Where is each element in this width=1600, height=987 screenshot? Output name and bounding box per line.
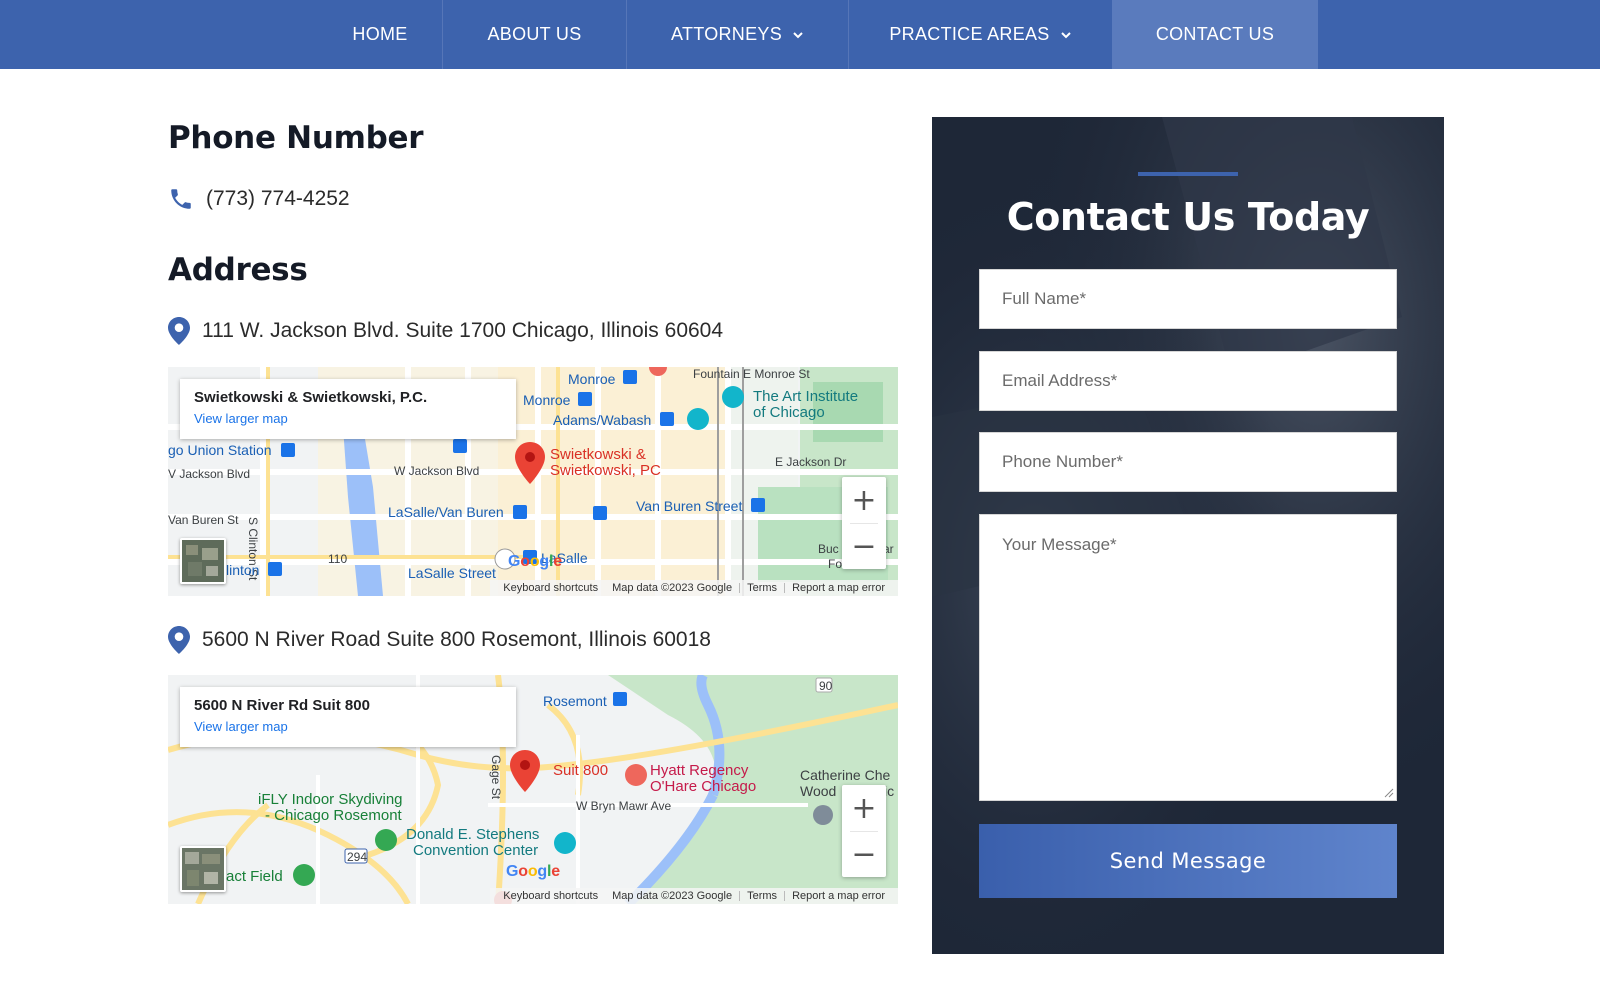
map-poi-label: Buc: [818, 542, 839, 556]
phone-icon: [168, 185, 194, 213]
nav-item-home[interactable]: HOME: [318, 0, 442, 69]
map-station-label: LaSalle/Van Buren: [388, 504, 504, 520]
terms-link[interactable]: Terms: [740, 890, 784, 902]
nav-item-attorneys[interactable]: ATTORNEYS: [627, 0, 848, 69]
map-poi-label: Convention Center: [413, 842, 539, 859]
map-station-label: Monroe: [568, 371, 616, 387]
location-pin-icon: [168, 317, 194, 345]
report-map-error-link[interactable]: Report a map error: [785, 890, 892, 902]
phone-field[interactable]: Phone Number*: [979, 432, 1397, 492]
nav-item-label: PRACTICE AREAS: [889, 24, 1050, 44]
map-poi-label: act Field: [226, 868, 283, 885]
map-highway-label: 90: [819, 679, 833, 693]
main-nav: HOME ABOUT US ATTORNEYS PRACTICE AREAS C…: [0, 0, 1600, 69]
map-poi-label: of Chicago: [753, 404, 825, 421]
map-poi-label: The Art Institute: [753, 388, 859, 405]
zoom-out-button[interactable]: −: [842, 523, 886, 569]
map-station-label: Monroe: [523, 392, 571, 408]
location-pin-icon: [168, 626, 194, 654]
map-station-label: LaSalle Street: [408, 565, 496, 581]
title-accent-bar: [1138, 172, 1238, 176]
satellite-toggle[interactable]: [180, 538, 226, 584]
map-station-label: go Union Station: [168, 442, 272, 458]
map-street-label: W Jackson Blvd: [394, 464, 480, 478]
resize-handle-icon[interactable]: [1384, 788, 1394, 798]
map-station-label: Rosemont: [543, 693, 607, 709]
map-rosemont[interactable]: Rosemont 90 Gage St Suit 800 Hyatt Regen…: [168, 675, 898, 904]
map-info-card: 5600 N River Rd Suit 800 View larger map: [180, 687, 516, 747]
nav-item-about-us[interactable]: ABOUT US: [443, 0, 626, 69]
address-heading: Address: [168, 252, 308, 288]
map-info-card: Swietkowski & Swietkowski, P.C. View lar…: [180, 379, 516, 439]
map-street-label: Gage St: [489, 755, 503, 800]
address-row: 5600 N River Road Suite 800 Rosemont, Il…: [168, 626, 711, 654]
map-zoom-control: + −: [842, 785, 886, 877]
phone-row: (773) 774-4252: [168, 185, 350, 213]
phone-number[interactable]: (773) 774-4252: [206, 187, 350, 211]
email-field[interactable]: Email Address*: [979, 351, 1397, 411]
view-larger-map-link[interactable]: View larger map: [194, 719, 288, 734]
view-larger-map-link[interactable]: View larger map: [194, 411, 288, 426]
map-attribution-bar: Keyboard shortcuts Map data ©2023 Google…: [490, 888, 898, 904]
nav-item-label: ABOUT US: [487, 24, 582, 44]
map-street-label: Van Buren St: [168, 513, 239, 527]
nav-item-practice-areas[interactable]: PRACTICE AREAS: [849, 0, 1112, 69]
google-logo: Google: [506, 863, 560, 880]
map-station-label: Adams/Wabash: [553, 412, 652, 428]
google-logo: Google: [508, 553, 562, 570]
zoom-out-button[interactable]: −: [842, 831, 886, 877]
map-chicago[interactable]: Fountain E Monroe St Monroe Monroe Adams…: [168, 367, 898, 596]
phone-heading: Phone Number: [168, 120, 424, 156]
map-highway-label: 110: [328, 552, 348, 566]
map-street-label: V Jackson Blvd: [168, 467, 251, 481]
zoom-in-button[interactable]: +: [842, 785, 886, 831]
keyboard-shortcuts-link[interactable]: Keyboard shortcuts: [496, 582, 605, 594]
map-street-label: W Bryn Mawr Ave: [576, 799, 672, 813]
map-poi-label: Wood: [800, 783, 837, 799]
full-name-field[interactable]: Full Name*: [979, 269, 1397, 329]
map-card-title: 5600 N River Rd Suit 800: [194, 697, 370, 714]
report-map-error-link[interactable]: Report a map error: [785, 582, 892, 594]
map-pin-label: Suit 800: [553, 762, 609, 779]
message-textarea[interactable]: Your Message*: [979, 514, 1397, 801]
nav-item-contact-us[interactable]: CONTACT US: [1112, 0, 1318, 69]
satellite-toggle[interactable]: [180, 846, 226, 892]
map-zoom-control: + −: [842, 477, 886, 569]
map-poi-label: iFLY Indoor Skydiving: [258, 791, 403, 808]
map-station-label: Van Buren Street: [636, 498, 743, 514]
chevron-down-icon: [1060, 31, 1071, 38]
map-data-text: Map data ©2023 Google: [612, 890, 733, 902]
map-pin-label: Swietkowski &: [550, 446, 646, 463]
map-poi-label: O'Hare Chicago: [650, 778, 757, 795]
contact-form-panel: Contact Us Today Full Name* Email Addres…: [932, 117, 1444, 954]
address-text: 5600 N River Road Suite 800 Rosemont, Il…: [202, 628, 711, 651]
keyboard-shortcuts-link[interactable]: Keyboard shortcuts: [496, 890, 605, 902]
message-placeholder: Your Message*: [1002, 535, 1117, 554]
map-pin-label: Swietkowski, PC: [550, 462, 661, 479]
map-data-text: Map data ©2023 Google: [612, 582, 733, 594]
map-poi-label: - Chicago Rosemont: [265, 807, 402, 824]
contact-form-title: Contact Us Today: [1006, 195, 1370, 239]
map-highway-label: 294: [347, 850, 368, 864]
terms-link[interactable]: Terms: [740, 582, 784, 594]
zoom-in-button[interactable]: +: [842, 477, 886, 523]
nav-item-label: CONTACT US: [1155, 24, 1275, 44]
address-text: 111 W. Jackson Blvd. Suite 1700 Chicago,…: [202, 319, 724, 342]
map-poi-label: Donald E. Stephens: [406, 826, 540, 843]
send-message-button[interactable]: Send Message: [979, 824, 1397, 898]
map-station-label: linton: [226, 562, 260, 578]
nav-item-label: ATTORNEYS: [670, 24, 783, 44]
map-street-label: Fountain E Monroe St: [693, 367, 810, 381]
map-poi-label: Catherine Che: [800, 767, 891, 783]
map-attribution-bar: Keyboard shortcuts Map data ©2023 Google…: [490, 580, 898, 596]
nav-item-label: HOME: [352, 24, 408, 44]
map-card-title: Swietkowski & Swietkowski, P.C.: [194, 389, 428, 406]
map-poi-label: Hyatt Regency: [650, 762, 749, 779]
map-street-label: E Jackson Dr: [775, 455, 847, 469]
address-row: 111 W. Jackson Blvd. Suite 1700 Chicago,…: [168, 317, 723, 345]
chevron-down-icon: [793, 31, 803, 38]
